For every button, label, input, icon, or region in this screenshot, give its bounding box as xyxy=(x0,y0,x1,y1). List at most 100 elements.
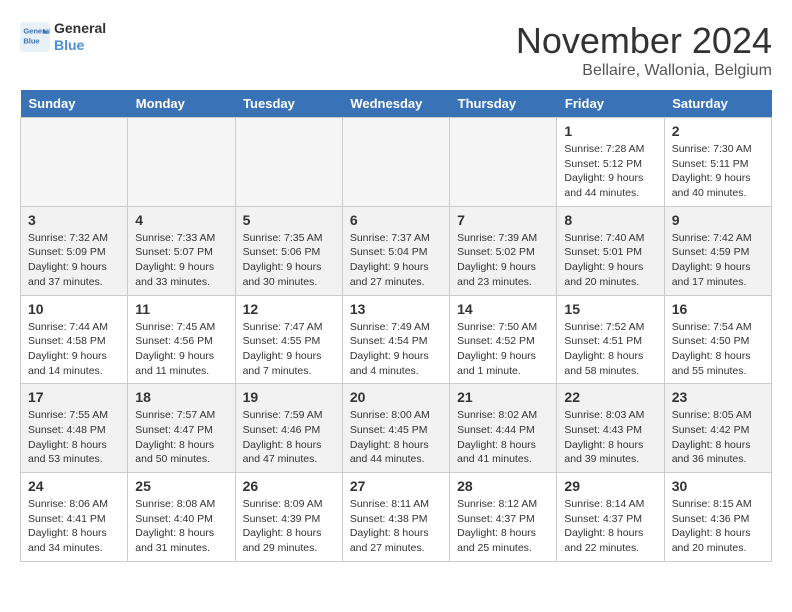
day-number: 11 xyxy=(135,301,227,317)
day-number: 24 xyxy=(28,478,120,494)
day-info: Sunrise: 7:50 AM Sunset: 4:52 PM Dayligh… xyxy=(457,320,549,379)
table-row: 14 Sunrise: 7:50 AM Sunset: 4:52 PM Dayli… xyxy=(450,295,557,384)
day-info: Sunrise: 7:37 AM Sunset: 5:04 PM Dayligh… xyxy=(350,231,442,290)
day-info: Sunrise: 7:44 AM Sunset: 4:58 PM Dayligh… xyxy=(28,320,120,379)
day-info: Sunrise: 8:14 AM Sunset: 4:37 PM Dayligh… xyxy=(564,497,656,556)
header-thursday: Thursday xyxy=(450,90,557,118)
day-number: 25 xyxy=(135,478,227,494)
table-row: 10 Sunrise: 7:44 AM Sunset: 4:58 PM Dayli… xyxy=(21,295,128,384)
table-row: 2 Sunrise: 7:30 AM Sunset: 5:11 PM Daylig… xyxy=(664,118,771,207)
day-number: 20 xyxy=(350,389,442,405)
day-number: 22 xyxy=(564,389,656,405)
table-row xyxy=(342,118,449,207)
calendar-header-row: Sunday Monday Tuesday Wednesday Thursday… xyxy=(21,90,772,118)
table-row: 28Sunrise: 8:12 AM Sunset: 4:37 PM Dayli… xyxy=(450,473,557,562)
day-number: 1 xyxy=(564,123,656,139)
logo-text-line1: General xyxy=(54,20,106,37)
day-info: Sunrise: 8:00 AM Sunset: 4:45 PM Dayligh… xyxy=(350,408,442,467)
day-info: Sunrise: 7:55 AM Sunset: 4:48 PM Dayligh… xyxy=(28,408,120,467)
day-info: Sunrise: 8:11 AM Sunset: 4:38 PM Dayligh… xyxy=(350,497,442,556)
day-info: Sunrise: 8:08 AM Sunset: 4:40 PM Dayligh… xyxy=(135,497,227,556)
day-info: Sunrise: 7:52 AM Sunset: 4:51 PM Dayligh… xyxy=(564,320,656,379)
table-row: 26 Sunrise: 8:09 AM Sunset: 4:39 PM Dayli… xyxy=(235,473,342,562)
table-row: 1 Sunrise: 7:28 AM Sunset: 5:12 PM Daylig… xyxy=(557,118,664,207)
table-row: 8Sunrise: 7:40 AM Sunset: 5:01 PM Daylig… xyxy=(557,206,664,295)
calendar-table: Sunday Monday Tuesday Wednesday Thursday… xyxy=(20,90,772,562)
header: General Blue General Blue November 2024 … xyxy=(20,20,772,80)
table-row: 13 Sunrise: 7:49 AM Sunset: 4:54 PM Dayli… xyxy=(342,295,449,384)
table-row: 21Sunrise: 8:02 AM Sunset: 4:44 PM Dayli… xyxy=(450,384,557,473)
day-number: 2 xyxy=(672,123,764,139)
day-number: 23 xyxy=(672,389,764,405)
table-row: 15 Sunrise: 7:52 AM Sunset: 4:51 PM Dayli… xyxy=(557,295,664,384)
calendar-week-row: 3Sunrise: 7:32 AM Sunset: 5:09 PM Daylig… xyxy=(21,206,772,295)
day-number: 29 xyxy=(564,478,656,494)
table-row: 5 Sunrise: 7:35 AM Sunset: 5:06 PM Daylig… xyxy=(235,206,342,295)
day-info: Sunrise: 8:15 AM Sunset: 4:36 PM Dayligh… xyxy=(672,497,764,556)
table-row: 12Sunrise: 7:47 AM Sunset: 4:55 PM Dayli… xyxy=(235,295,342,384)
day-number: 16 xyxy=(672,301,764,317)
table-row: 9Sunrise: 7:42 AM Sunset: 4:59 PM Daylig… xyxy=(664,206,771,295)
day-info: Sunrise: 7:28 AM Sunset: 5:12 PM Dayligh… xyxy=(564,142,656,201)
day-info: Sunrise: 7:35 AM Sunset: 5:06 PM Dayligh… xyxy=(243,231,335,290)
day-info: Sunrise: 7:45 AM Sunset: 4:56 PM Dayligh… xyxy=(135,320,227,379)
table-row: 27 Sunrise: 8:11 AM Sunset: 4:38 PM Dayli… xyxy=(342,473,449,562)
location-title: Bellaire, Wallonia, Belgium xyxy=(516,62,772,80)
day-info: Sunrise: 7:59 AM Sunset: 4:46 PM Dayligh… xyxy=(243,408,335,467)
table-row: 16 Sunrise: 7:54 AM Sunset: 4:50 PM Dayli… xyxy=(664,295,771,384)
day-number: 4 xyxy=(135,212,227,228)
table-row xyxy=(21,118,128,207)
calendar-week-row: 1 Sunrise: 7:28 AM Sunset: 5:12 PM Daylig… xyxy=(21,118,772,207)
day-number: 14 xyxy=(457,301,549,317)
calendar-week-row: 17 Sunrise: 7:55 AM Sunset: 4:48 PM Dayli… xyxy=(21,384,772,473)
table-row: 6 Sunrise: 7:37 AM Sunset: 5:04 PM Daylig… xyxy=(342,206,449,295)
day-number: 13 xyxy=(350,301,442,317)
day-number: 15 xyxy=(564,301,656,317)
day-info: Sunrise: 8:09 AM Sunset: 4:39 PM Dayligh… xyxy=(243,497,335,556)
table-row: 20 Sunrise: 8:00 AM Sunset: 4:45 PM Dayli… xyxy=(342,384,449,473)
table-row: 24 Sunrise: 8:06 AM Sunset: 4:41 PM Dayli… xyxy=(21,473,128,562)
month-title: November 2024 xyxy=(516,20,772,62)
table-row: 30 Sunrise: 8:15 AM Sunset: 4:36 PM Dayli… xyxy=(664,473,771,562)
day-info: Sunrise: 7:49 AM Sunset: 4:54 PM Dayligh… xyxy=(350,320,442,379)
table-row: 25 Sunrise: 8:08 AM Sunset: 4:40 PM Dayli… xyxy=(128,473,235,562)
title-area: November 2024 Bellaire, Wallonia, Belgiu… xyxy=(516,20,772,80)
header-monday: Monday xyxy=(128,90,235,118)
table-row: 23 Sunrise: 8:05 AM Sunset: 4:42 PM Dayli… xyxy=(664,384,771,473)
day-number: 8 xyxy=(564,212,656,228)
table-row xyxy=(450,118,557,207)
day-number: 26 xyxy=(243,478,335,494)
header-tuesday: Tuesday xyxy=(235,90,342,118)
day-number: 6 xyxy=(350,212,442,228)
day-number: 9 xyxy=(672,212,764,228)
day-info: Sunrise: 7:32 AM Sunset: 5:09 PM Dayligh… xyxy=(28,231,120,290)
day-number: 27 xyxy=(350,478,442,494)
table-row: 22Sunrise: 8:03 AM Sunset: 4:43 PM Dayli… xyxy=(557,384,664,473)
day-info: Sunrise: 7:30 AM Sunset: 5:11 PM Dayligh… xyxy=(672,142,764,201)
day-number: 5 xyxy=(243,212,335,228)
day-number: 30 xyxy=(672,478,764,494)
svg-text:General: General xyxy=(23,26,50,35)
day-info: Sunrise: 7:54 AM Sunset: 4:50 PM Dayligh… xyxy=(672,320,764,379)
table-row: 11 Sunrise: 7:45 AM Sunset: 4:56 PM Dayli… xyxy=(128,295,235,384)
day-info: Sunrise: 8:12 AM Sunset: 4:37 PM Dayligh… xyxy=(457,497,549,556)
table-row: 29 Sunrise: 8:14 AM Sunset: 4:37 PM Dayli… xyxy=(557,473,664,562)
calendar-week-row: 10 Sunrise: 7:44 AM Sunset: 4:58 PM Dayli… xyxy=(21,295,772,384)
svg-text:Blue: Blue xyxy=(23,36,39,45)
day-number: 21 xyxy=(457,389,549,405)
day-number: 18 xyxy=(135,389,227,405)
table-row xyxy=(128,118,235,207)
day-info: Sunrise: 8:06 AM Sunset: 4:41 PM Dayligh… xyxy=(28,497,120,556)
logo: General Blue General Blue xyxy=(20,20,106,54)
table-row: 4Sunrise: 7:33 AM Sunset: 5:07 PM Daylig… xyxy=(128,206,235,295)
day-number: 17 xyxy=(28,389,120,405)
header-saturday: Saturday xyxy=(664,90,771,118)
day-number: 10 xyxy=(28,301,120,317)
table-row: 3Sunrise: 7:32 AM Sunset: 5:09 PM Daylig… xyxy=(21,206,128,295)
day-info: Sunrise: 8:05 AM Sunset: 4:42 PM Dayligh… xyxy=(672,408,764,467)
header-sunday: Sunday xyxy=(21,90,128,118)
header-friday: Friday xyxy=(557,90,664,118)
table-row: 17 Sunrise: 7:55 AM Sunset: 4:48 PM Dayli… xyxy=(21,384,128,473)
table-row xyxy=(235,118,342,207)
day-info: Sunrise: 7:39 AM Sunset: 5:02 PM Dayligh… xyxy=(457,231,549,290)
